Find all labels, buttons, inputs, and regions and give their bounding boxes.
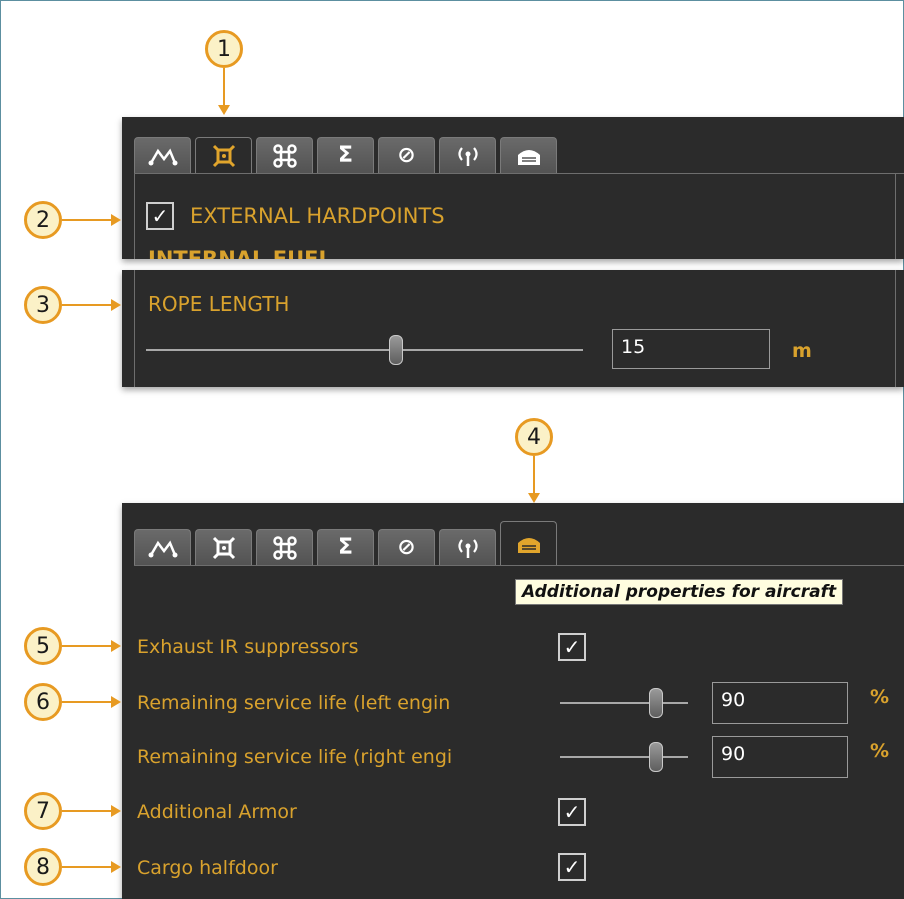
- tab-route[interactable]: [134, 137, 191, 173]
- callout-6-arrow: [62, 696, 121, 708]
- hangar-icon: [517, 149, 540, 165]
- hardpoints-icon: [212, 536, 235, 559]
- right-engine-unit: %: [870, 740, 890, 762]
- sigma-icon: Σ: [337, 143, 354, 168]
- top-tab-bar: Σ ⊘: [134, 137, 561, 173]
- bottom-tab-bar: Σ ⊘: [134, 521, 561, 565]
- rope-length-slider-track[interactable]: [146, 349, 583, 351]
- route-icon: [148, 148, 177, 165]
- top-panel-right-border: [895, 173, 896, 259]
- callout-8-arrow: [62, 861, 121, 873]
- callout-7: 7: [24, 792, 62, 830]
- exhaust-ir-checkbox[interactable]: ✓: [558, 633, 586, 661]
- right-engine-label: Remaining service life (right engi: [137, 746, 453, 768]
- rope-panel-right-border: [895, 270, 896, 387]
- top-panel-left-border: [134, 173, 135, 259]
- tab-hardpoints[interactable]: [195, 529, 252, 565]
- cargo-halfdoor-label: Cargo halfdoor: [137, 857, 278, 879]
- bottom-tab-underline: [134, 565, 904, 566]
- left-engine-slider-track[interactable]: [560, 702, 688, 704]
- left-engine-input[interactable]: 90: [712, 682, 848, 724]
- callout-3: 3: [24, 286, 62, 324]
- tab-hangar[interactable]: [500, 521, 557, 565]
- additional-armor-checkbox[interactable]: ✓: [558, 798, 586, 826]
- tab-prohibited[interactable]: ⊘: [378, 529, 435, 565]
- radio-icon: [457, 538, 478, 558]
- external-hardpoints-checkbox[interactable]: ✓: [146, 202, 174, 230]
- tab-sigma[interactable]: Σ: [317, 137, 374, 173]
- internal-fuel-label-clipped: INTERNAL FUEL: [148, 247, 332, 259]
- callout-2-arrow: [62, 214, 121, 226]
- rope-length-unit: m: [792, 340, 812, 362]
- right-engine-slider-track[interactable]: [560, 756, 688, 758]
- rope-panel: [122, 270, 904, 387]
- right-engine-input[interactable]: 90: [712, 736, 848, 778]
- callout-7-arrow: [62, 805, 121, 817]
- callout-4: 4: [515, 418, 553, 456]
- callout-1: 1: [205, 30, 243, 68]
- left-engine-label: Remaining service life (left engin: [137, 692, 451, 714]
- rope-length-slider-thumb[interactable]: [389, 335, 403, 365]
- tab-prohibited[interactable]: ⊘: [378, 137, 435, 173]
- route-icon: [148, 540, 177, 557]
- callout-5-arrow: [62, 640, 121, 652]
- drone-icon: [272, 143, 297, 168]
- left-engine-slider-thumb[interactable]: [649, 688, 663, 718]
- rope-panel-left-border: [134, 270, 135, 387]
- tab-hangar[interactable]: [500, 137, 557, 173]
- tab-drone[interactable]: [256, 529, 313, 565]
- exhaust-ir-label: Exhaust IR suppressors: [137, 636, 359, 658]
- additional-armor-label: Additional Armor: [137, 801, 297, 823]
- cargo-halfdoor-checkbox[interactable]: ✓: [558, 853, 586, 881]
- tab-tooltip: Additional properties for aircraft: [515, 579, 844, 605]
- prohibited-icon: ⊘: [397, 535, 416, 560]
- radio-icon: [457, 146, 478, 166]
- top-tab-underline: [134, 173, 904, 174]
- callout-6: 6: [24, 683, 62, 721]
- callout-1-arrow: [218, 68, 230, 115]
- sigma-icon: Σ: [337, 535, 354, 560]
- hangar-icon: [517, 537, 540, 553]
- tab-sigma[interactable]: Σ: [317, 529, 374, 565]
- callout-2: 2: [24, 201, 62, 239]
- callout-5: 5: [24, 627, 62, 665]
- tab-radio[interactable]: [439, 137, 496, 173]
- left-engine-unit: %: [870, 686, 890, 708]
- tab-radio[interactable]: [439, 529, 496, 565]
- tab-hardpoints[interactable]: [195, 137, 252, 173]
- callout-4-arrow: [528, 456, 540, 503]
- callout-3-arrow: [62, 299, 121, 311]
- prohibited-icon: ⊘: [397, 143, 416, 168]
- callout-8: 8: [24, 848, 62, 886]
- tab-drone[interactable]: [256, 137, 313, 173]
- drone-icon: [272, 535, 297, 560]
- rope-length-input[interactable]: 15: [612, 329, 770, 369]
- right-engine-slider-thumb[interactable]: [649, 742, 663, 772]
- external-hardpoints-label: EXTERNAL HARDPOINTS: [190, 204, 445, 228]
- hardpoints-icon: [212, 144, 235, 167]
- rope-length-label: ROPE LENGTH: [148, 292, 290, 316]
- tab-route[interactable]: [134, 529, 191, 565]
